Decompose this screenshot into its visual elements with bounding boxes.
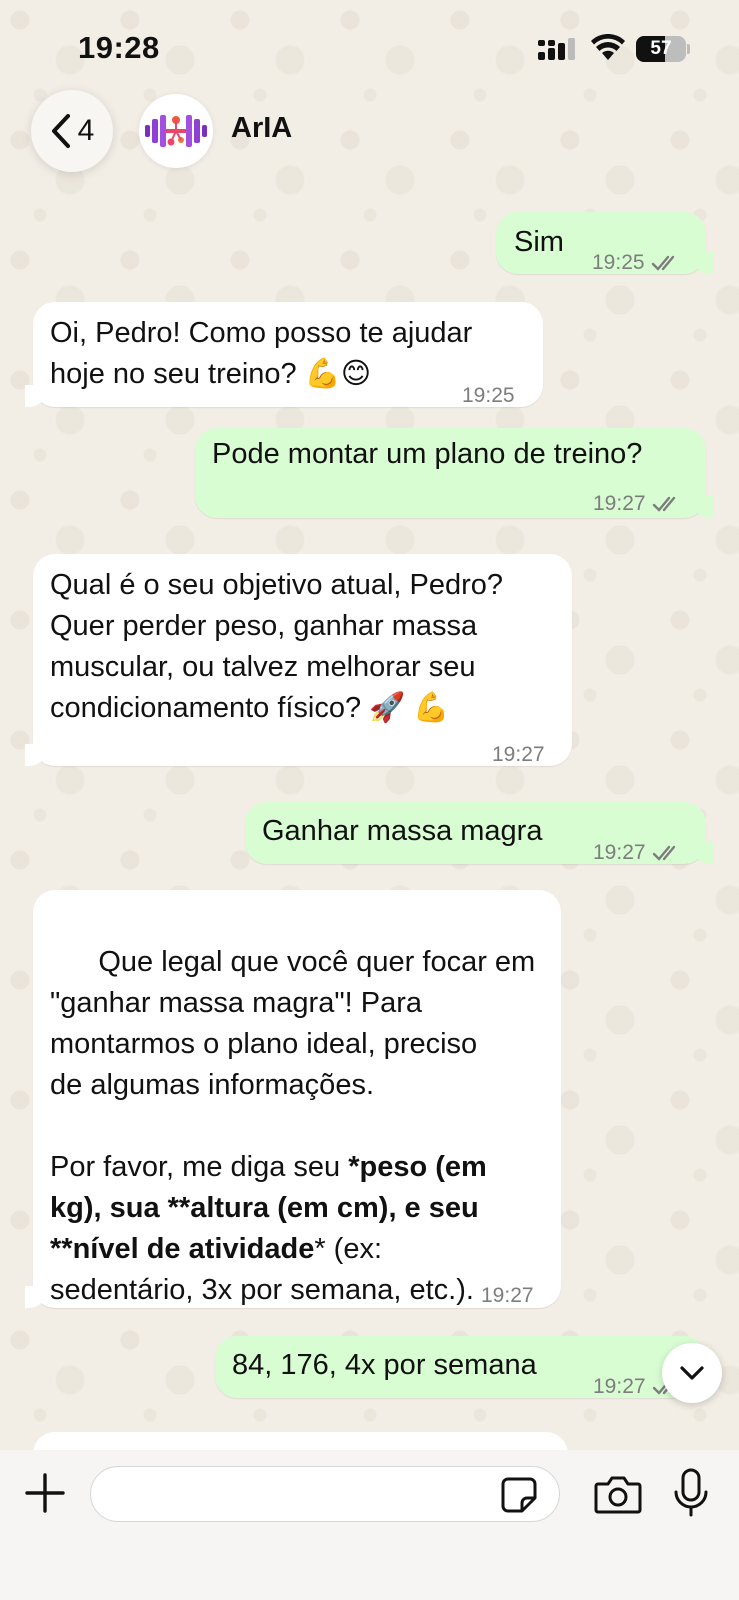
dumbbell-logo-icon	[145, 115, 207, 147]
message-text: Sim	[514, 226, 564, 258]
message-meta: 19:27	[593, 832, 682, 873]
chevron-left-icon	[51, 114, 70, 148]
double-check-icon	[652, 496, 675, 512]
message-text-part: Que legal que você quer focar em "ganhar…	[50, 946, 536, 1101]
message-meta: 19:27	[492, 734, 545, 775]
message-list[interactable]: Sim 19:25 Oi, Pedro! Como posso te ajuda…	[0, 190, 739, 1450]
unread-count: 4	[77, 114, 95, 147]
battery-icon: 57	[636, 36, 690, 62]
plus-icon[interactable]	[24, 1472, 66, 1514]
status-bar: 19:28 57	[0, 0, 739, 90]
double-check-icon	[651, 255, 674, 271]
message-time: 19:25	[462, 384, 515, 407]
contact-name[interactable]: ArIA	[231, 112, 292, 145]
outgoing-message[interactable]: Pode montar um plano de treino? 19:27	[195, 428, 714, 518]
wifi-icon	[591, 34, 625, 60]
composer-bar	[0, 1450, 739, 1600]
outgoing-message[interactable]: 84, 176, 4x por semana 19:27	[215, 1336, 714, 1398]
message-meta: 19:25	[462, 375, 515, 416]
message-text-part: Por favor, me diga seu	[50, 1151, 349, 1183]
cellular-signal-icon	[538, 38, 575, 60]
incoming-message[interactable]: Qual é o seu objetivo atual, Pedro? Quer…	[25, 554, 572, 766]
message-text: Qual é o seu objetivo atual, Pedro? Quer…	[50, 569, 504, 724]
message-text: Que legal que você quer focar em "ganhar…	[50, 901, 535, 1352]
message-meta: 19:25	[592, 242, 681, 283]
message-time: 19:27	[481, 1284, 534, 1307]
message-time: 19:25	[592, 251, 645, 274]
message-meta: 19:27	[593, 483, 682, 524]
double-check-icon	[652, 845, 675, 861]
message-time: 19:27	[593, 841, 646, 864]
outgoing-message[interactable]: Sim 19:25	[496, 212, 714, 274]
message-time: 19:27	[593, 492, 646, 515]
message-time: 19:27	[492, 743, 545, 766]
message-text: 84, 176, 4x por semana	[232, 1349, 537, 1381]
incoming-message[interactable]: Que legal que você quer focar em "ganhar…	[25, 890, 561, 1308]
message-time: 19:27	[593, 1375, 646, 1398]
message-text: Oi, Pedro! Como posso te ajudar hoje no …	[50, 317, 473, 390]
message-meta: 19:27	[481, 1275, 534, 1316]
microphone-icon[interactable]	[673, 1468, 709, 1518]
chevron-down-icon	[680, 1366, 704, 1380]
message-text: Ganhar massa magra	[262, 815, 543, 847]
chat-header: 4 ArIA	[0, 88, 739, 172]
outgoing-message[interactable]: Ganhar massa magra 19:27	[245, 802, 714, 864]
scroll-to-bottom-button[interactable]	[662, 1343, 722, 1403]
camera-icon[interactable]	[594, 1474, 642, 1514]
message-input[interactable]	[90, 1466, 560, 1522]
incoming-message[interactable]: Oi, Pedro! Como posso te ajudar hoje no …	[25, 302, 543, 407]
battery-percent: 57	[650, 38, 672, 59]
sticker-icon[interactable]	[500, 1476, 538, 1514]
message-text: Pode montar um plano de treino?	[212, 438, 643, 470]
status-time: 19:28	[78, 30, 160, 65]
back-button[interactable]: 4	[31, 90, 113, 172]
avatar[interactable]	[139, 94, 213, 168]
